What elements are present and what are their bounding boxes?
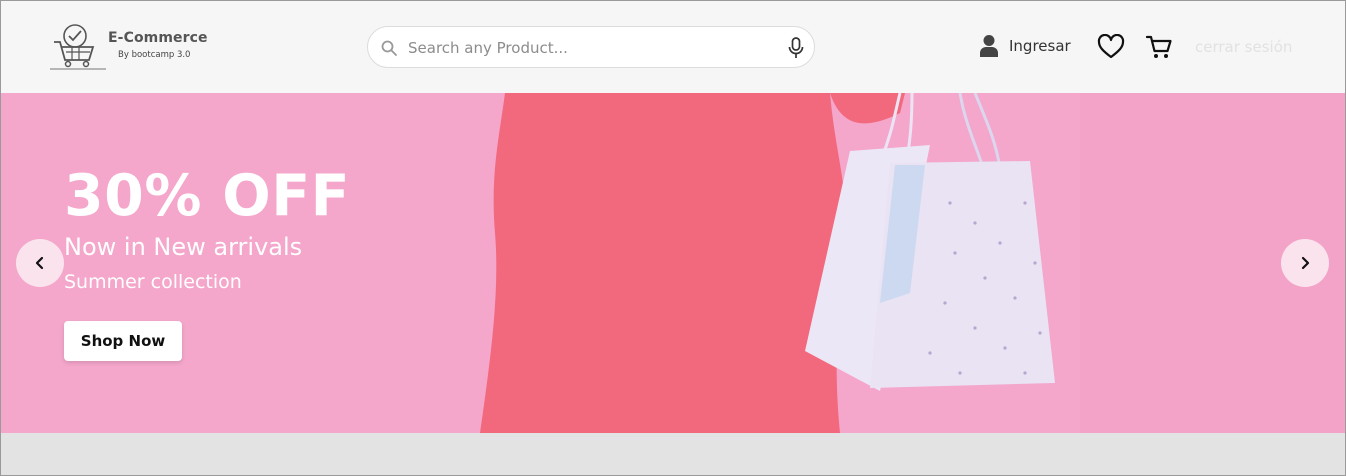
- search-icon[interactable]: [380, 39, 398, 57]
- microphone-icon[interactable]: [786, 37, 806, 59]
- user-icon: [980, 35, 998, 57]
- carousel-prev-button[interactable]: [16, 239, 64, 287]
- hero-title: 30% OFF: [64, 163, 351, 229]
- site-header: E-Commerce By bootcamp 3.0 Ingresar cerr…: [0, 0, 1346, 93]
- login-label: Ingresar: [1009, 37, 1071, 55]
- login-link[interactable]: Ingresar: [978, 34, 1071, 58]
- brand-logo[interactable]: E-Commerce By bootcamp 3.0: [48, 22, 208, 70]
- brand-title: E-Commerce: [108, 30, 208, 46]
- shop-now-button[interactable]: Shop Now: [64, 321, 182, 361]
- heart-icon[interactable]: [1097, 34, 1125, 60]
- search-input[interactable]: [408, 36, 768, 60]
- hero-subtitle: Now in New arrivals: [64, 233, 303, 261]
- logout-link[interactable]: cerrar sesión: [1195, 38, 1292, 56]
- carousel-next-button[interactable]: [1281, 239, 1329, 287]
- page-content-area: [0, 433, 1346, 476]
- brand-subtitle: By bootcamp 3.0: [118, 50, 191, 60]
- hero-tagline: Summer collection: [64, 271, 242, 293]
- cart-check-logo-icon: [50, 24, 106, 70]
- chevron-right-icon: [1301, 256, 1310, 270]
- cart-icon[interactable]: [1145, 33, 1173, 61]
- hero-banner: 30% OFF Now in New arrivals Summer colle…: [0, 93, 1346, 433]
- chevron-left-icon: [35, 256, 44, 270]
- search-bar: [367, 26, 815, 68]
